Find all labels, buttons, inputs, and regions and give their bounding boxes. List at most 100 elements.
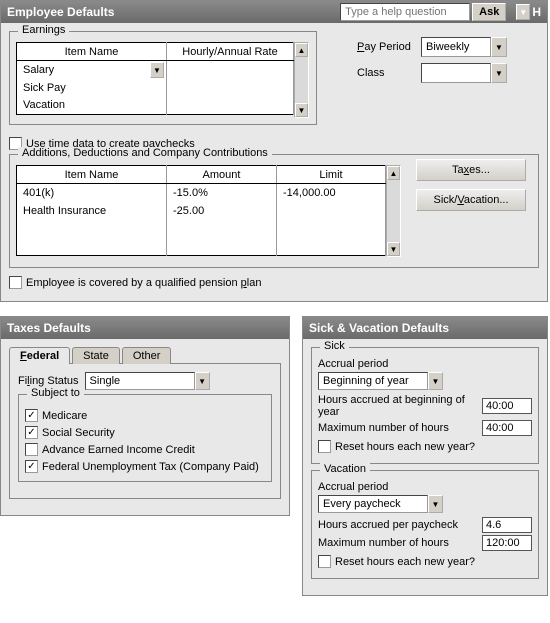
addc-col-amount: Amount: [167, 166, 277, 184]
chevron-down-icon[interactable]: ▼: [491, 37, 507, 57]
sick-vacation-defaults-window: Sick & Vacation Defaults Sick Accrual pe…: [302, 316, 548, 596]
earnings-col-rate: Hourly/Annual Rate: [167, 43, 294, 61]
sick-reset-checkbox[interactable]: [318, 440, 331, 453]
aeic-label: Advance Earned Income Credit: [42, 444, 195, 456]
addc-scrollbar[interactable]: ▲ ▼: [386, 165, 401, 257]
addc-cell: Health Insurance: [17, 202, 167, 220]
vacation-hours-pp-input[interactable]: [482, 517, 532, 533]
chevron-down-icon[interactable]: ▼: [428, 372, 443, 390]
pay-period-label: Pay Pay PeriodPeriod: [357, 41, 415, 53]
chevron-down-icon[interactable]: ▼: [491, 63, 507, 83]
titlebar: Employee Defaults Ask ▼ H: [1, 1, 547, 23]
sick-accrual-label: Accrual period: [318, 358, 532, 370]
addc-col-limit: Limit: [277, 166, 386, 184]
filing-status-dropdown[interactable]: Single ▼: [85, 372, 210, 390]
earnings-cell: Vacation: [17, 97, 167, 115]
addc-legend: Additions, Deductions and Company Contri…: [18, 147, 272, 159]
earnings-cell: [167, 79, 294, 97]
table-row[interactable]: Sick Pay: [17, 79, 294, 97]
sick-vacation-button[interactable]: Sick/Vacation...: [416, 189, 526, 211]
vacation-reset-label: Reset hours each new year?: [335, 556, 475, 568]
sick-reset-label: Reset hours each new year?: [335, 441, 475, 453]
table-row[interactable]: [17, 238, 386, 256]
addc-cell: [277, 202, 386, 220]
sick-accrual-value: Beginning of year: [318, 372, 428, 390]
table-row[interactable]: 401(k) -15.0% -14,000.00: [17, 184, 386, 202]
chevron-down-icon[interactable]: ▼: [428, 495, 443, 513]
earnings-cell: [167, 97, 294, 115]
pension-checkbox-row: Employee is covered by a qualified pensi…: [9, 276, 539, 289]
subject-to-legend: Subject to: [27, 387, 84, 399]
earnings-legend: Earnings: [18, 24, 69, 36]
futa-label: Federal Unemployment Tax (Company Paid): [42, 461, 259, 473]
addc-grid[interactable]: Item Name Amount Limit 401(k) -15.0% -14…: [16, 165, 386, 257]
earnings-cell: Salary: [17, 61, 167, 79]
addc-cell: -15.0%: [167, 184, 277, 202]
titlebar: Sick & Vacation Defaults: [303, 317, 547, 339]
sick-max-input[interactable]: [482, 420, 532, 436]
table-row[interactable]: Vacation: [17, 97, 294, 115]
chevron-down-icon[interactable]: ▼: [195, 372, 210, 390]
help-question-input[interactable]: [340, 3, 470, 21]
vacation-group: Vacation Accrual period Every paycheck ▼…: [311, 470, 539, 579]
aeic-checkbox[interactable]: [25, 443, 38, 456]
addc-cell: -14,000.00: [277, 184, 386, 202]
earnings-cell: [167, 61, 294, 79]
addc-cell: 401(k): [17, 184, 167, 202]
filing-status-value: Single: [85, 372, 195, 390]
tab-state[interactable]: State: [72, 347, 120, 364]
vacation-accrual-value: Every paycheck: [318, 495, 428, 513]
scrollbar-track[interactable]: [387, 180, 400, 242]
pay-period-value: Biweekly: [421, 37, 491, 57]
window-title: Sick & Vacation Defaults: [309, 321, 449, 335]
pay-period-field: Pay Pay PeriodPeriod Biweekly ▼: [357, 37, 527, 57]
earnings-group: Earnings Item Name Hourly/Annual Rate Sa…: [9, 31, 317, 125]
earnings-grid[interactable]: Item Name Hourly/Annual Rate Salary Sick…: [16, 42, 294, 118]
tab-other[interactable]: Other: [122, 347, 172, 364]
window-title: Taxes Defaults: [7, 321, 91, 335]
earnings-cell: Sick Pay: [17, 79, 167, 97]
addc-group: Additions, Deductions and Company Contri…: [9, 154, 539, 268]
scrollbar-track[interactable]: [295, 57, 308, 103]
titlebar-extra-label: H: [532, 5, 541, 19]
vacation-max-input[interactable]: [482, 535, 532, 551]
vacation-accrual-dropdown[interactable]: Every paycheck ▼: [318, 495, 532, 513]
taxes-defaults-window: Taxes Defaults FFederalederal State Othe…: [0, 316, 290, 516]
sick-group: Sick Accrual period Beginning of year ▼ …: [311, 347, 539, 464]
class-dropdown[interactable]: ▼: [421, 63, 507, 83]
earnings-scrollbar[interactable]: ▲ ▼: [294, 42, 309, 118]
chevron-down-icon[interactable]: ▼: [516, 4, 530, 20]
ask-button[interactable]: Ask: [472, 3, 506, 21]
chevron-down-icon[interactable]: ▼: [150, 62, 164, 78]
addc-col-item: Item Name: [17, 166, 167, 184]
tab-federal[interactable]: FFederalederal: [9, 347, 70, 364]
medicare-checkbox[interactable]: [25, 409, 38, 422]
vacation-legend: Vacation: [320, 463, 370, 475]
sick-hours-begin-label: Hours accrued at beginning of year: [318, 394, 476, 418]
pension-label: Employee is covered by a qualified pensi…: [26, 277, 261, 289]
chevron-down-icon[interactable]: ▼: [295, 103, 308, 117]
chevron-up-icon[interactable]: ▲: [295, 43, 308, 57]
futa-checkbox[interactable]: [25, 460, 38, 473]
medicare-label: Medicare: [42, 410, 87, 422]
class-field: Class ▼: [357, 63, 527, 83]
sick-legend: Sick: [320, 340, 349, 352]
vacation-max-label: Maximum number of hours: [318, 537, 449, 549]
table-row[interactable]: Health Insurance -25.00: [17, 202, 386, 220]
pension-checkbox[interactable]: [9, 276, 22, 289]
earnings-col-item: Item Name: [17, 43, 167, 61]
vacation-reset-checkbox[interactable]: [318, 555, 331, 568]
addc-cell: -25.00: [167, 202, 277, 220]
chevron-up-icon[interactable]: ▲: [387, 166, 400, 180]
sick-hours-begin-input[interactable]: [482, 398, 532, 414]
pay-period-dropdown[interactable]: Biweekly ▼: [421, 37, 507, 57]
table-row[interactable]: [17, 220, 386, 238]
sick-accrual-dropdown[interactable]: Beginning of year ▼: [318, 372, 532, 390]
social-security-checkbox[interactable]: [25, 426, 38, 439]
vacation-hours-pp-label: Hours accrued per paycheck: [318, 519, 458, 531]
class-value: [421, 63, 491, 83]
chevron-down-icon[interactable]: ▼: [387, 242, 400, 256]
taxes-button[interactable]: Taxes...: [416, 159, 526, 181]
class-label: Class: [357, 67, 415, 79]
filing-status-label: Filing Status: [18, 375, 79, 387]
